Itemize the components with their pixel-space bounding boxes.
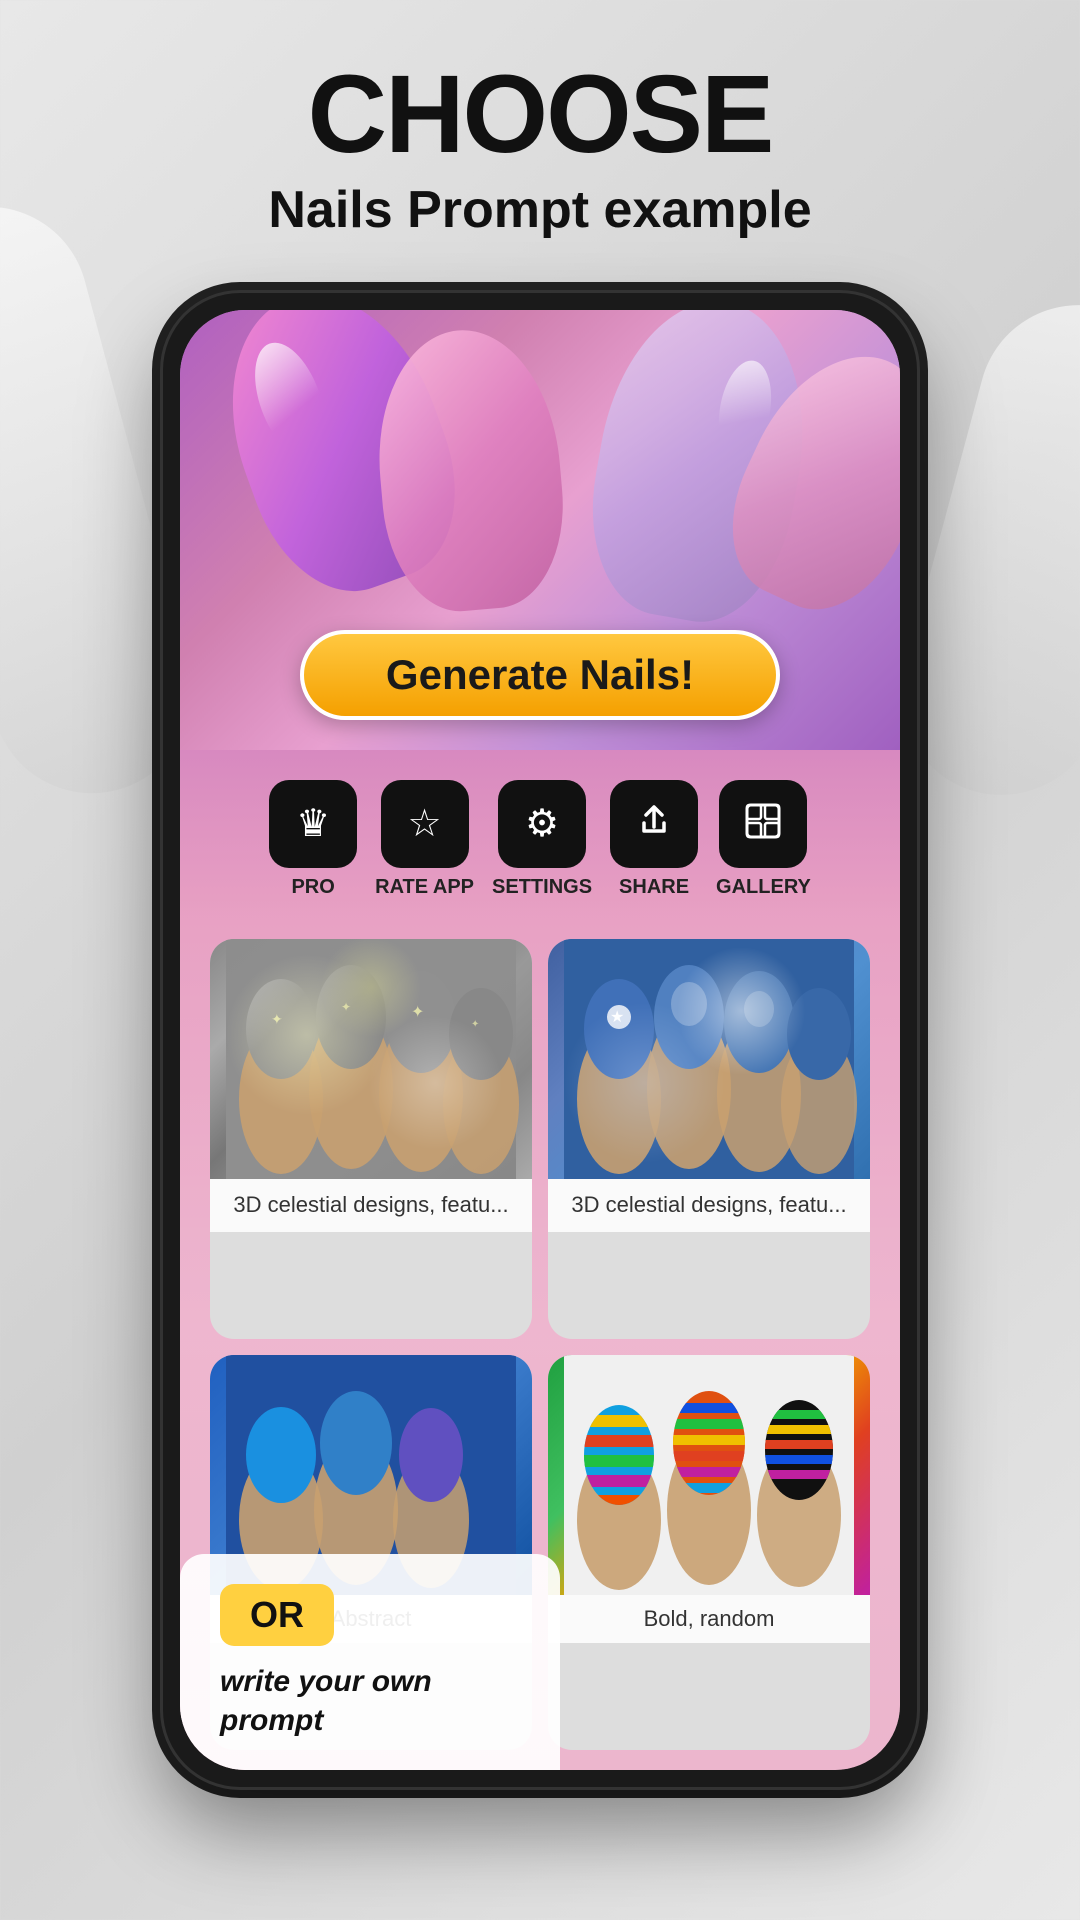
settings-icon-box: ⚙ [498, 780, 586, 868]
page-subtitle: Nails Prompt example [40, 180, 1040, 240]
or-badge-text: OR [250, 1594, 304, 1635]
gallery-icon-item[interactable]: GALLERY [716, 780, 811, 899]
or-badge: OR [220, 1584, 334, 1646]
pro-icon-box: ♛ [269, 780, 357, 868]
pro-icon-item[interactable]: ♛ PRO [269, 780, 357, 899]
gallery-icon-box [719, 780, 807, 868]
gallery-label: GALLERY [716, 876, 811, 899]
icon-row: ♛ PRO ☆ RATE APP ⚙ SETTIN [180, 750, 900, 919]
phone-screen: Generate Nails! ♛ PRO ☆ [180, 310, 900, 1770]
rate-app-icon-item[interactable]: ☆ RATE APP [375, 780, 474, 899]
gear-icon: ⚙ [525, 805, 559, 843]
phone-mockup: Generate Nails! ♛ PRO ☆ [160, 290, 920, 1790]
gallery-item-4[interactable]: Bold, random [548, 1355, 870, 1751]
hero-image: Generate Nails! [180, 310, 900, 750]
gallery-icon [743, 801, 783, 848]
generate-nails-button[interactable]: Generate Nails! [300, 630, 780, 720]
svg-text:✦: ✦ [341, 1000, 351, 1014]
settings-label: SETTINGS [492, 876, 592, 899]
or-description: write your own prompt [220, 1662, 520, 1740]
svg-text:★: ★ [610, 1009, 624, 1026]
share-icon [636, 803, 672, 845]
gallery-image-1: ✦ ✦ ✦ ✦ [210, 939, 532, 1179]
svg-text:✦: ✦ [271, 1011, 283, 1027]
gallery-image-4 [548, 1355, 870, 1595]
gallery-caption-1: 3D celestial designs, featu... [210, 1179, 532, 1232]
gallery-item-2[interactable]: ★ 3D celestial designs, featu... [548, 939, 870, 1339]
header: CHOOSE Nails Prompt example [0, 0, 1080, 270]
svg-text:✦: ✦ [471, 1019, 479, 1030]
page-title: CHOOSE [40, 60, 1040, 170]
share-icon-box [610, 780, 698, 868]
svg-text:✦: ✦ [411, 1004, 424, 1021]
rate-app-icon-box: ☆ [381, 780, 469, 868]
crown-icon: ♛ [296, 805, 330, 843]
pro-label: PRO [291, 876, 334, 899]
screen-content: Generate Nails! ♛ PRO ☆ [180, 310, 900, 1770]
share-label: SHARE [619, 876, 689, 899]
gallery-item-1[interactable]: ✦ ✦ ✦ ✦ [210, 939, 532, 1339]
gallery-image-2: ★ [548, 939, 870, 1179]
or-card: OR write your own prompt [180, 1554, 560, 1770]
generate-btn-label: Generate Nails! [386, 651, 694, 699]
phone-container: Generate Nails! ♛ PRO ☆ [0, 290, 1080, 1790]
rate-app-label: RATE APP [375, 876, 474, 899]
star-icon: ☆ [408, 805, 442, 843]
gallery-caption-4: Bold, random [548, 1595, 870, 1644]
gallery-caption-2: 3D celestial designs, featu... [548, 1179, 870, 1232]
settings-icon-item[interactable]: ⚙ SETTINGS [492, 780, 592, 899]
share-icon-item[interactable]: SHARE [610, 780, 698, 899]
